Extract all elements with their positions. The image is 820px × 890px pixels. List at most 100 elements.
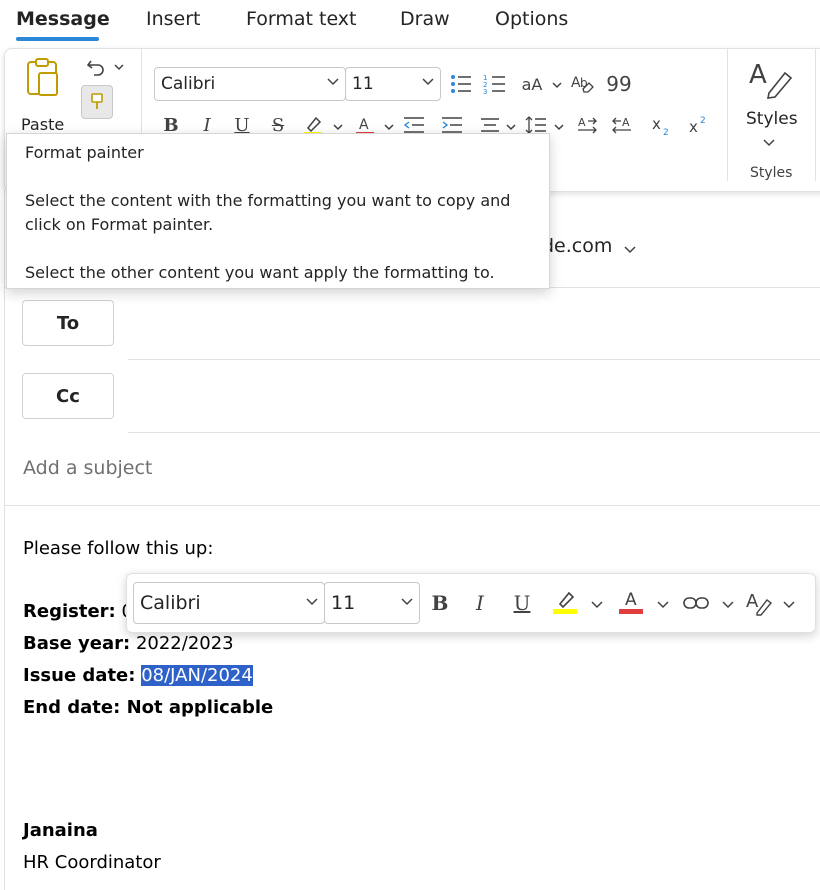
format-painter-button[interactable]	[81, 85, 113, 119]
quote-icon[interactable]: 99	[605, 70, 633, 98]
svg-text:A: A	[749, 60, 767, 90]
tab-draw[interactable]: Draw	[400, 8, 450, 30]
mini-underline-icon[interactable]: U	[508, 589, 536, 617]
clear-formatting-icon[interactable]: Ab	[569, 70, 597, 98]
base-year-value: 2022/2023	[135, 633, 234, 654]
base-year-label: Base year:	[23, 633, 131, 654]
font-name-select[interactable]: Calibri	[154, 67, 346, 101]
mini-font-size-select[interactable]: 11	[324, 582, 420, 624]
chevron-down-icon	[401, 598, 413, 606]
cc-button[interactable]: Cc	[22, 373, 114, 419]
end-date-value: Not applicable	[126, 697, 274, 718]
from-field[interactable]: de.com	[540, 232, 650, 262]
undo-chevron-down-icon[interactable]	[114, 63, 124, 71]
paste-button[interactable]: Paste	[21, 57, 65, 134]
svg-text:A: A	[746, 591, 759, 612]
mini-font-name-value: Calibri	[140, 592, 201, 614]
ltr-icon[interactable]: A	[573, 111, 601, 139]
highlight-chevron-down-icon[interactable]	[333, 123, 343, 131]
svg-text:x: x	[689, 118, 698, 136]
bullets-icon[interactable]	[447, 70, 475, 98]
tab-message[interactable]: Message	[16, 8, 110, 30]
body-issue-date-line: Issue date: 08/JAN/2024	[23, 665, 253, 686]
rtl-icon[interactable]: A	[608, 111, 636, 139]
font-size-value: 11	[352, 74, 374, 94]
active-tab-indicator	[16, 37, 99, 41]
mini-styles-icon[interactable]: A	[745, 589, 773, 617]
from-chevron-down-icon	[624, 246, 636, 254]
subscript-icon[interactable]: x2	[647, 111, 675, 139]
signature-name: Janaina	[23, 820, 98, 841]
chevron-down-icon	[422, 78, 434, 86]
mini-link-chevron-down-icon[interactable]	[722, 601, 734, 609]
issue-date-label: Issue date:	[23, 665, 136, 686]
mini-font-color-chevron-down-icon[interactable]	[657, 601, 669, 609]
styles-group-label: Styles	[750, 165, 793, 181]
styles-label: Styles	[746, 109, 798, 129]
cc-input[interactable]	[128, 373, 818, 419]
to-input[interactable]	[128, 300, 818, 346]
svg-text:x: x	[652, 115, 661, 133]
field-divider	[4, 505, 820, 506]
tooltip-line: Select the content with the formatting y…	[25, 191, 511, 210]
subject-input[interactable]: Add a subject	[23, 457, 152, 479]
mini-highlight-icon[interactable]	[551, 587, 579, 615]
svg-text:2: 2	[663, 128, 669, 136]
body-base-year-line: Base year: 2022/2023	[23, 633, 234, 654]
body-end-date-line: End date: Not applicable	[23, 697, 273, 718]
mini-bold-icon[interactable]: B	[426, 589, 454, 617]
superscript-icon[interactable]: x2	[684, 111, 712, 139]
svg-text:3: 3	[483, 88, 487, 95]
font-size-select[interactable]: 11	[345, 67, 441, 101]
mini-font-size-value: 11	[331, 592, 356, 614]
font-name-value: Calibri	[161, 74, 216, 94]
chevron-down-icon	[327, 78, 339, 86]
align-chevron-down-icon[interactable]	[506, 123, 516, 131]
svg-text:A: A	[625, 590, 637, 610]
mini-italic-icon[interactable]: I	[466, 589, 494, 617]
change-case-icon[interactable]: aA	[518, 70, 546, 98]
format-painter-tooltip: Format painter Select the content with t…	[6, 133, 550, 289]
line-spacing-chevron-down-icon[interactable]	[554, 123, 564, 131]
svg-text:A: A	[578, 116, 586, 129]
register-label: Register:	[23, 601, 116, 622]
ribbon-separator	[727, 49, 728, 181]
mini-font-name-select[interactable]: Calibri	[133, 582, 325, 624]
svg-text:2: 2	[700, 116, 706, 126]
numbering-icon[interactable]: 123	[481, 70, 509, 98]
font-color-chevron-down-icon[interactable]	[384, 123, 394, 131]
mini-styles-chevron-down-icon[interactable]	[783, 601, 795, 609]
case-chevron-down-icon[interactable]	[552, 81, 562, 89]
tab-options[interactable]: Options	[495, 8, 568, 30]
styles-button[interactable]: A Styles	[737, 57, 803, 157]
mini-font-color-icon[interactable]: A	[617, 587, 645, 615]
field-divider	[128, 432, 820, 433]
field-divider	[128, 359, 820, 360]
signature-title: HR Coordinator	[23, 852, 161, 873]
styles-icon: A	[747, 59, 793, 99]
selected-text[interactable]: 08/JAN/2024	[141, 665, 253, 686]
compose-border	[4, 190, 5, 890]
undo-icon[interactable]	[82, 53, 110, 81]
styles-chevron-down-icon	[763, 139, 775, 147]
tab-insert[interactable]: Insert	[146, 8, 201, 30]
chevron-down-icon	[306, 598, 318, 606]
ribbon-separator	[815, 49, 816, 181]
clipboard-icon	[25, 57, 61, 97]
mini-highlight-chevron-down-icon[interactable]	[591, 601, 603, 609]
svg-text:A: A	[622, 116, 630, 129]
body-intro: Please follow this up:	[23, 538, 214, 559]
svg-text:A: A	[359, 117, 369, 133]
ribbon-tabs: Message Insert Format text Draw Options	[0, 0, 820, 46]
mini-link-icon[interactable]	[682, 589, 710, 617]
tooltip-title: Format painter	[25, 143, 144, 162]
to-button[interactable]: To	[22, 300, 114, 346]
tab-format-text[interactable]: Format text	[246, 8, 357, 30]
from-address: de.com	[542, 235, 613, 257]
end-date-label: End date:	[23, 697, 121, 718]
paste-label: Paste	[21, 115, 65, 134]
floating-format-toolbar: Calibri 11 B I U A A	[126, 573, 816, 633]
tooltip-line: click on Format painter.	[25, 215, 214, 234]
tooltip-line: Select the other content you want apply …	[25, 263, 495, 282]
paintbrush-icon	[90, 93, 104, 111]
